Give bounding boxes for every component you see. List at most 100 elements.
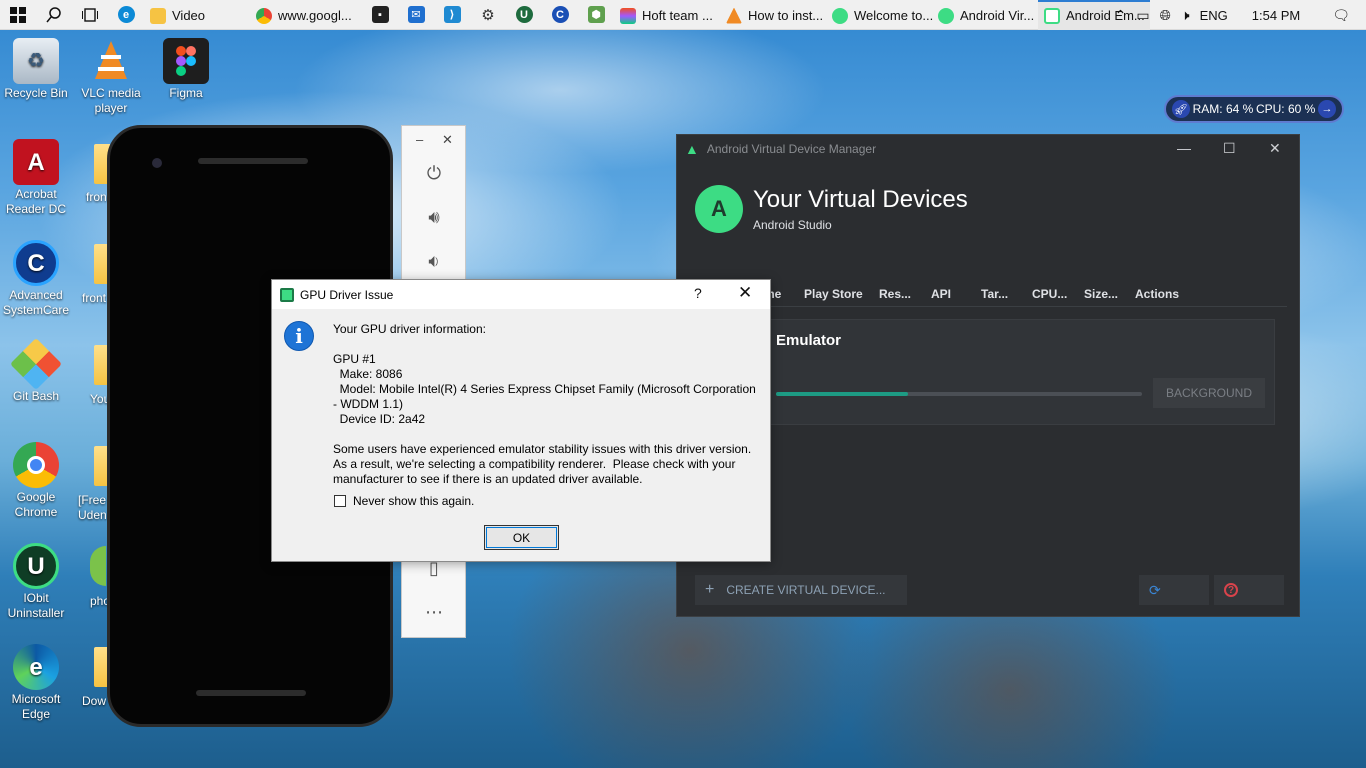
edge-icon: e (13, 644, 59, 690)
task-view-button[interactable] (72, 0, 108, 30)
desktop-icon-label: Figma (169, 86, 203, 100)
desktop-icon-recycle-bin[interactable]: ♻ Recycle Bin (0, 38, 72, 101)
column-header-size[interactable]: Size... (1084, 287, 1118, 301)
window-title: Android Virtual Device Manager (706, 142, 877, 156)
chrome-icon (256, 7, 272, 24)
table-header: me Play Store Res... API Tar... CPU... S… (691, 283, 1287, 307)
never-show-checkbox[interactable] (334, 495, 346, 507)
clock[interactable]: 1:54 PM (1252, 8, 1300, 23)
app-icon (90, 546, 106, 586)
desktop-icon-chrome[interactable]: Google Chrome (0, 442, 72, 520)
edge-icon: e (117, 6, 135, 23)
edge-taskbar-button[interactable]: e (108, 0, 144, 30)
android-icon: ▲ (685, 141, 699, 157)
create-virtual-device-button[interactable]: + CREATE VIRTUAL DEVICE... (695, 575, 907, 605)
desktop-icon-label: Git Bash (12, 389, 60, 403)
battery-icon[interactable]: ▭ (1136, 7, 1149, 24)
android-studio-icon: A (695, 185, 743, 233)
iobit-uninstaller-icon: U (13, 543, 59, 589)
more-icon[interactable]: ⋯ (422, 600, 446, 624)
help-button[interactable]: ? (1214, 575, 1284, 605)
volume-up-icon[interactable]: 🔊︎ (422, 205, 446, 229)
desktop-icon-label: IObit Uninstaller (7, 591, 65, 620)
maximize-button[interactable]: ☐ (1223, 140, 1236, 157)
emulator-icon (280, 287, 294, 302)
refresh-button[interactable]: ⟳ (1139, 575, 1209, 605)
arrow-right-icon[interactable]: → (1317, 100, 1336, 118)
power-icon[interactable]: ⏻ (422, 161, 446, 185)
git-bash-icon (9, 337, 63, 391)
page-subtitle: Android Studio (753, 218, 832, 232)
desktop-icon-label: Acrobat Reader DC (5, 187, 67, 216)
page-title: Your Virtual Devices (753, 186, 968, 213)
device-name: Emulator (776, 332, 842, 349)
chevron-up-icon[interactable]: ⌃ (1115, 7, 1127, 24)
desktop-icon-acrobat[interactable]: A Acrobat Reader DC (0, 139, 72, 217)
search-button[interactable] (36, 0, 72, 30)
taskbar-tab-video[interactable]: Video (144, 0, 250, 30)
volume-down-icon[interactable]: 🔉︎ (422, 249, 446, 273)
advanced-systemcare-icon: C (551, 6, 569, 23)
progress-fill (776, 392, 908, 396)
minimize-button[interactable]: — (1177, 140, 1191, 156)
desktop-icon-advanced-systemcare[interactable]: C Advanced SystemCare (0, 240, 72, 318)
desktop-icon-edge[interactable]: e Microsoft Edge (0, 644, 72, 722)
android-studio-icon (938, 7, 954, 24)
advanced-systemcare-taskbar-button[interactable]: C (542, 0, 578, 30)
taskbar-tab-welcome[interactable]: Welcome to... (826, 0, 933, 30)
taskbar-tab-figma[interactable]: Hoft team ... (614, 0, 720, 30)
background-button[interactable]: BACKGROUND (1153, 378, 1265, 408)
emulator-icon (1044, 7, 1060, 24)
desktop-icon-vlc[interactable]: VLC media player (75, 38, 147, 116)
gpu-driver-dialog: GPU Driver Issue ? ✕ i Your GPU driver i… (271, 279, 771, 562)
desktop-icon-label: Recycle Bin (4, 86, 68, 100)
desktop-icon-label: VLC media player (81, 86, 141, 115)
store-taskbar-button[interactable]: ▪ (362, 0, 398, 30)
rocket-icon: 🚀︎ (1172, 100, 1190, 118)
chrome-icon (13, 442, 59, 488)
taskbar-tab-avd-manager[interactable]: Android Vir... (932, 0, 1038, 30)
iobit-taskbar-button[interactable]: U (506, 0, 542, 30)
mail-taskbar-button[interactable]: ✉ (398, 0, 434, 30)
desktop-icon-figma[interactable]: Figma (150, 38, 222, 101)
minimize-button[interactable]: – (416, 132, 423, 147)
column-header-api[interactable]: API (931, 287, 951, 301)
column-header-resolution[interactable]: Res... (879, 287, 911, 301)
volume-icon[interactable]: 🕨︎ (1181, 7, 1190, 24)
column-header-cpu[interactable]: CPU... (1032, 287, 1067, 301)
close-button[interactable]: ✕ (442, 132, 453, 148)
desktop-icon-iobit-uninstaller[interactable]: U IObit Uninstaller (0, 543, 72, 621)
hexagon-icon: ⬢ (587, 6, 605, 23)
column-header-play-store[interactable]: Play Store (804, 287, 863, 301)
start-button[interactable] (0, 0, 36, 30)
nodejs-taskbar-button[interactable]: ⬢ (578, 0, 614, 30)
launch-progress-bar (776, 392, 1142, 396)
vscode-taskbar-button[interactable]: ⟩ (434, 0, 470, 30)
notification-icon[interactable]: 🗨︎ (1332, 7, 1350, 24)
globe-icon[interactable]: 🌐︎ (1160, 7, 1171, 24)
column-header-target[interactable]: Tar... (981, 287, 1008, 301)
ok-button[interactable]: OK (484, 525, 559, 550)
help-button[interactable]: ? (694, 285, 702, 301)
iobit-icon: U (515, 6, 533, 23)
language-indicator[interactable]: ENG (1200, 8, 1228, 23)
emulator-launch-card: Emulator BACKGROUND (691, 319, 1275, 425)
settings-taskbar-button[interactable]: ⚙ (470, 0, 506, 30)
never-show-checkbox-row[interactable]: Never show this again. (334, 494, 474, 508)
taskbar-tab-chrome[interactable]: www.googl... (250, 0, 362, 30)
phone-speaker (198, 158, 308, 164)
avd-footer: + CREATE VIRTUAL DEVICE... ⟳ ? (677, 573, 1301, 607)
desktop-icon-label: [Free Uden (78, 493, 107, 522)
taskbar-tab-vlc[interactable]: How to inst... (720, 0, 826, 30)
desktop-icon-git-bash[interactable]: Git Bash (0, 337, 72, 404)
figma-icon (163, 38, 209, 84)
column-header-actions[interactable]: Actions (1135, 287, 1179, 301)
close-icon[interactable]: ✕ (738, 283, 752, 303)
close-button[interactable]: ✕ (1269, 140, 1281, 157)
taskbar-tab-label: Video (172, 8, 206, 23)
mail-icon: ✉ (407, 6, 425, 23)
ram-usage: RAM: 64 % (1192, 102, 1254, 116)
refresh-icon: ⟳ (1149, 581, 1161, 598)
ram-cpu-widget[interactable]: 🚀︎ RAM: 64 % CPU: 60 % → (1164, 95, 1344, 123)
vlc-icon (88, 38, 134, 84)
